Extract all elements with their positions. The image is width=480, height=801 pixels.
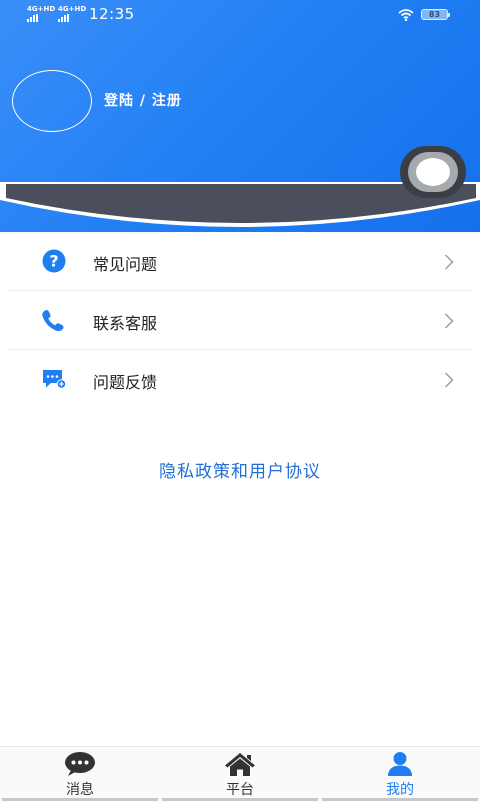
chevron-right-icon bbox=[445, 372, 454, 388]
status-time: 12:35 bbox=[89, 5, 135, 23]
avatar[interactable] bbox=[12, 70, 92, 132]
tab-mine[interactable]: 我的 bbox=[320, 747, 480, 801]
question-icon: ? bbox=[42, 249, 66, 273]
user-icon bbox=[388, 752, 412, 776]
menu-item-contact-service[interactable]: 联系客服 bbox=[8, 291, 472, 350]
svg-text:?: ? bbox=[49, 252, 58, 271]
home-icon bbox=[225, 753, 255, 776]
chevron-right-icon bbox=[445, 254, 454, 270]
menu-item-label: 常见问题 bbox=[93, 255, 158, 274]
signal-1-icon: 4G+HD bbox=[27, 6, 55, 22]
battery-indicator: 83 bbox=[421, 9, 450, 20]
feedback-icon bbox=[43, 370, 67, 389]
mode-toggle-switch[interactable] bbox=[400, 146, 466, 198]
toggle-knob bbox=[416, 158, 450, 186]
wifi-icon bbox=[398, 9, 414, 21]
tab-label: 平台 bbox=[226, 782, 254, 798]
privacy-policy-link[interactable]: 隐私政策和用户协议 bbox=[0, 457, 480, 482]
menu-item-label: 联系客服 bbox=[93, 314, 158, 333]
signal-2-icon: 4G+HD bbox=[58, 6, 86, 22]
menu-item-label: 问题反馈 bbox=[93, 373, 158, 392]
tab-messages[interactable]: 消息 bbox=[0, 747, 160, 801]
profile-header: 4G+HD 4G+HD 12:35 83 登陆 / 注册 bbox=[0, 0, 480, 232]
bottom-tab-bar: 消息 平台 我的 bbox=[0, 746, 480, 801]
menu-item-faq[interactable]: ? 常见问题 bbox=[8, 232, 472, 291]
phone-icon bbox=[42, 309, 64, 332]
chevron-right-icon bbox=[445, 313, 454, 329]
status-bar: 4G+HD 4G+HD 12:35 83 bbox=[0, 0, 480, 30]
chat-icon bbox=[65, 752, 95, 776]
tab-platform[interactable]: 平台 bbox=[160, 747, 320, 801]
tab-label: 消息 bbox=[66, 782, 94, 798]
signal-2-label: 4G+HD bbox=[58, 5, 87, 13]
tab-label: 我的 bbox=[386, 782, 414, 798]
signal-1-label: 4G+HD bbox=[27, 5, 56, 13]
login-register-link[interactable]: 登陆 / 注册 bbox=[104, 90, 182, 110]
menu-list: ? 常见问题 联系客服 问题反馈 bbox=[8, 232, 472, 408]
menu-item-feedback[interactable]: 问题反馈 bbox=[8, 350, 472, 408]
